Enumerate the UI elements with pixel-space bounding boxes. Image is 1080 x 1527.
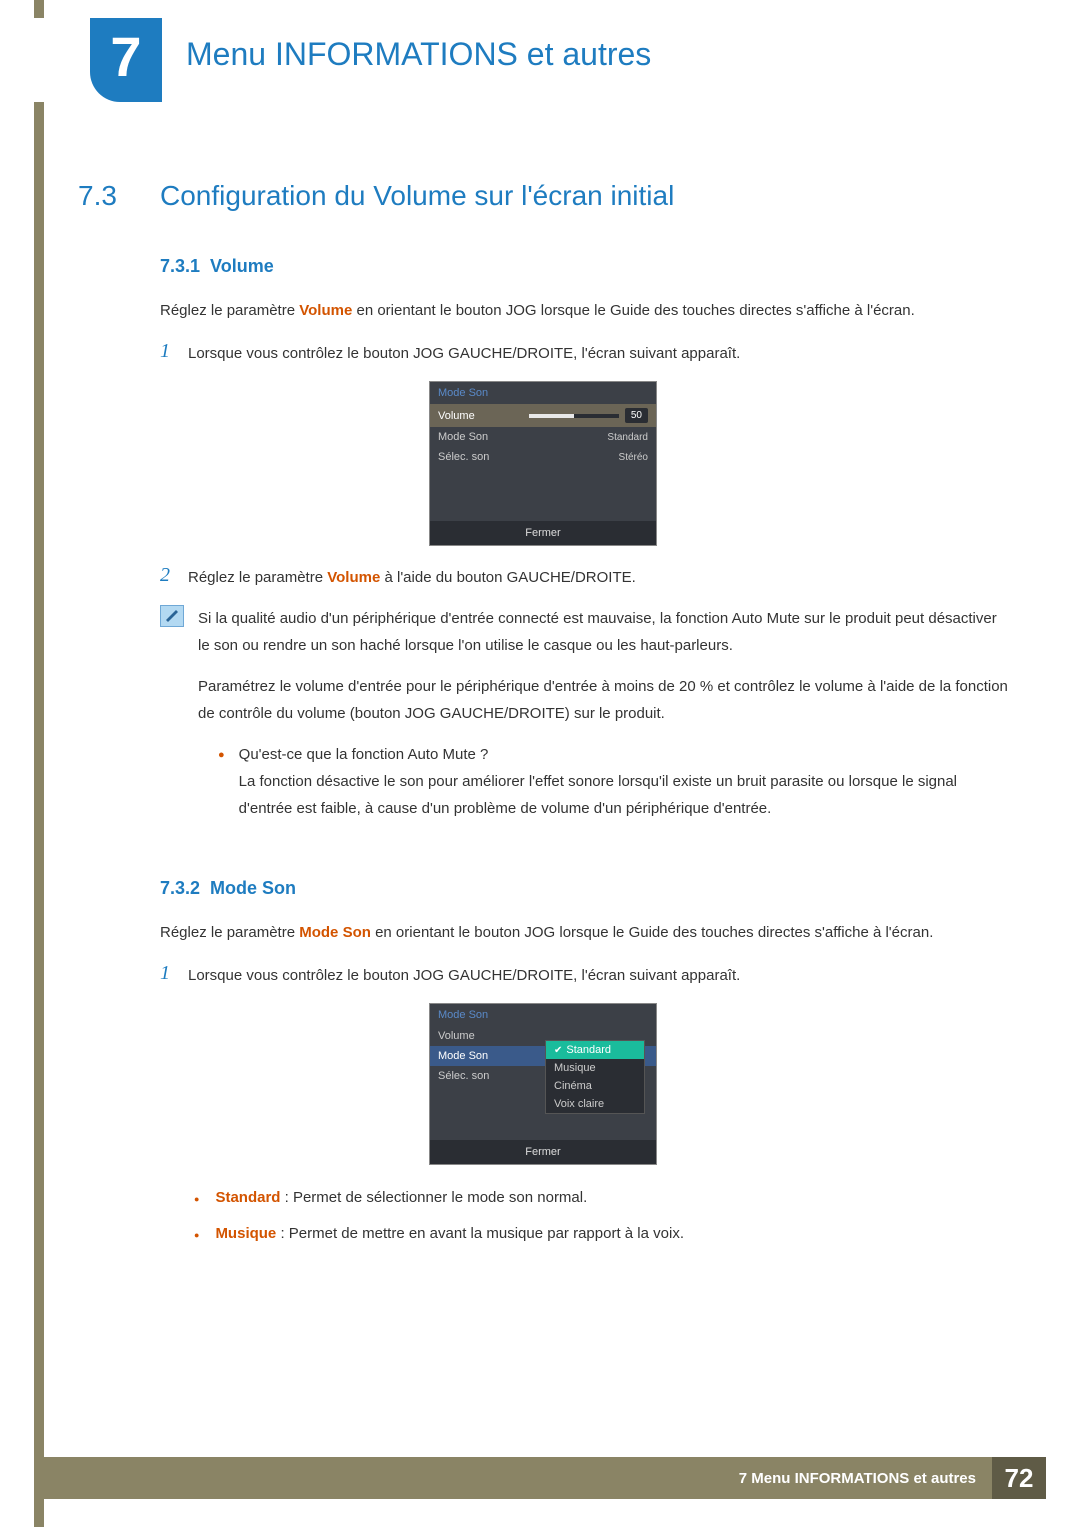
note-icon	[160, 605, 184, 627]
dropdown-option-standard: ✔Standard	[546, 1041, 644, 1059]
osd-row-selec: Sélec. son Stéréo	[430, 447, 656, 467]
section-title: Configuration du Volume sur l'écran init…	[160, 180, 674, 211]
volume-slider	[529, 414, 619, 418]
subsection-heading-1: 7.3.1 Volume	[160, 256, 1008, 277]
subsection-number: 7.3.1	[160, 256, 200, 277]
dropdown-option-voix: Voix claire	[546, 1095, 644, 1113]
mode-bullet-list: ● Standard : Permet de sélectionner le m…	[194, 1183, 1008, 1249]
chapter-title: Menu INFORMATIONS et autres	[186, 36, 651, 73]
step-1a: 1 Lorsque vous contrôlez le bouton JOG G…	[160, 340, 1008, 367]
intro-paragraph-2: Réglez le paramètre Mode Son en orientan…	[160, 919, 1008, 946]
note-content: Si la qualité audio d'un périphérique d'…	[198, 605, 1008, 832]
check-icon: ✔	[554, 1045, 562, 1056]
bullet-standard: ● Standard : Permet de sélectionner le m…	[194, 1183, 1008, 1213]
osd-header: Mode Son	[430, 1004, 656, 1026]
osd-screenshot-2: Mode Son Volume Mode Son Sélec. son ✔Sta…	[429, 1003, 657, 1165]
osd-header: Mode Son	[430, 382, 656, 404]
osd-close: Fermer	[430, 521, 656, 545]
sidebar-cutout	[34, 18, 90, 102]
footer-page-number: 72	[992, 1457, 1046, 1499]
bullet-musique: ● Musique : Permet de mettre en avant la…	[194, 1219, 1008, 1249]
page-footer: 7 Menu INFORMATIONS et autres 72	[34, 1457, 1046, 1499]
bullet-dot: ●	[218, 746, 225, 766]
dropdown-option-musique: Musique	[546, 1059, 644, 1077]
subsection-title: Volume	[210, 256, 274, 276]
osd-close: Fermer	[430, 1140, 656, 1164]
section-heading: 7.3Configuration du Volume sur l'écran i…	[78, 180, 1008, 212]
footer-text: 7 Menu INFORMATIONS et autres	[34, 1457, 992, 1499]
volume-value: 50	[625, 408, 648, 423]
step-number: 1	[160, 340, 188, 363]
subsection-title: Mode Son	[210, 878, 296, 898]
step-text: Réglez le paramètre Volume à l'aide du b…	[188, 564, 1008, 591]
step-text: Lorsque vous contrôlez le bouton JOG GAU…	[188, 962, 1008, 989]
osd-row-volume: Volume 50	[430, 404, 656, 427]
step-number: 2	[160, 564, 188, 587]
step-number: 1	[160, 962, 188, 985]
section-number: 7.3	[78, 180, 160, 212]
subsection-number: 7.3.2	[160, 878, 200, 899]
note-bullet: ● Qu'est-ce que la fonction Auto Mute ? …	[218, 741, 1008, 822]
left-stripe	[34, 0, 44, 1527]
osd-dropdown: ✔Standard Musique Cinéma Voix claire	[545, 1040, 645, 1114]
note-block: Si la qualité audio d'un périphérique d'…	[160, 605, 1008, 832]
intro-paragraph-1: Réglez le paramètre Volume en orientant …	[160, 297, 1008, 324]
step-1b: 1 Lorsque vous contrôlez le bouton JOG G…	[160, 962, 1008, 989]
chapter-number-badge: 7	[90, 18, 162, 102]
subsection-heading-2: 7.3.2 Mode Son	[160, 878, 1008, 899]
osd-row-modeson: Mode Son Standard	[430, 427, 656, 447]
bullet-dot: ●	[194, 1226, 199, 1244]
step-text: Lorsque vous contrôlez le bouton JOG GAU…	[188, 340, 1008, 367]
dropdown-option-cinema: Cinéma	[546, 1077, 644, 1095]
step-2a: 2 Réglez le paramètre Volume à l'aide du…	[160, 564, 1008, 591]
osd-screenshot-1: Mode Son Volume 50 Mode Son Standard Sél…	[429, 381, 657, 546]
bullet-dot: ●	[194, 1190, 199, 1208]
